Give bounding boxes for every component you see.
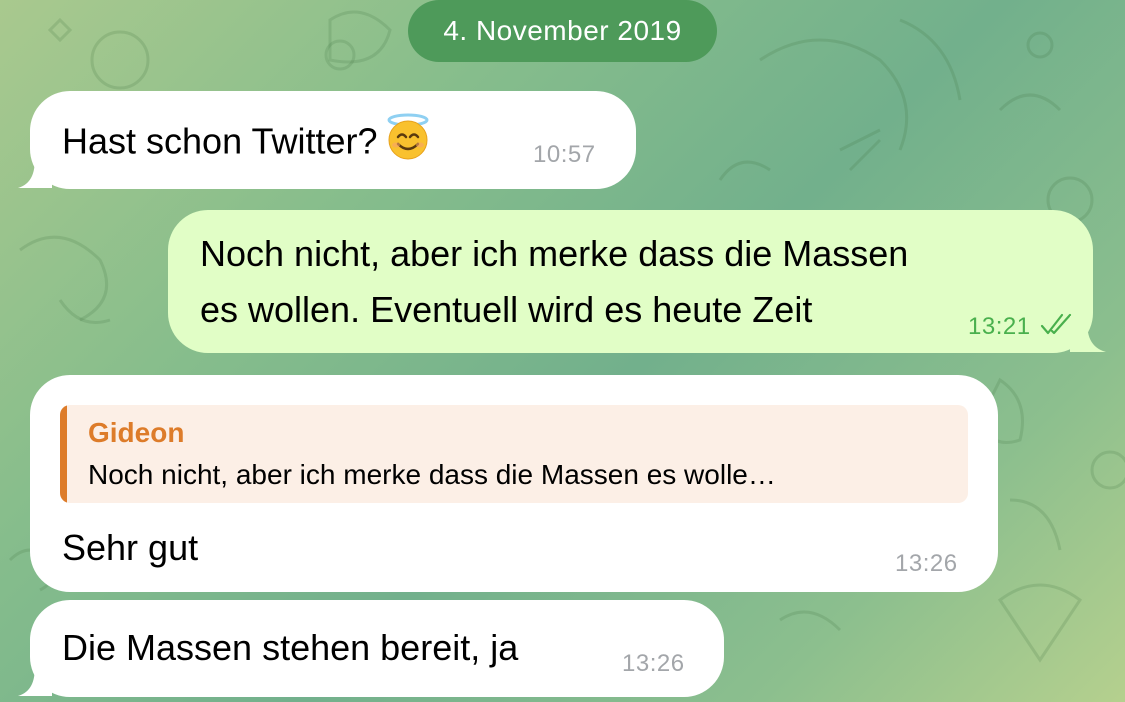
smiling-face-with-halo-icon [383, 111, 433, 177]
message-bubble-incoming[interactable]: Die Massen stehen bereit, ja 13:26 [30, 600, 724, 697]
message-text-line-1: Noch nicht, aber ich merke dass die Mass… [200, 233, 909, 274]
message-bubble-incoming[interactable]: Hast schon Twitter? 10:57 [30, 91, 636, 189]
reply-quoted-text: Noch nicht, aber ich merke dass die Mass… [88, 459, 776, 490]
message-time: 13:26 [895, 550, 958, 577]
date-separator: 4. November 2019 [408, 0, 717, 62]
message-bubble-incoming-reply[interactable]: Gideon Noch nicht, aber ich merke dass d… [30, 375, 998, 592]
reply-accent-bar [60, 405, 67, 503]
message-text-line-2: es wollen. Eventuell wird es heute Zeit [200, 289, 813, 330]
reply-quote[interactable]: Gideon Noch nicht, aber ich merke dass d… [60, 405, 968, 503]
bubble-tail-incoming [18, 660, 52, 696]
message-time: 10:57 [533, 141, 596, 168]
message-bubble-outgoing[interactable]: Noch nicht, aber ich merke dass die Mass… [168, 210, 1093, 353]
message-text: Hast schon Twitter? [62, 111, 433, 177]
bubble-tail-outgoing [1070, 316, 1106, 352]
message-text: Die Massen stehen bereit, ja [62, 627, 519, 668]
reply-sender-name: Gideon [88, 417, 185, 448]
message-text: Sehr gut [62, 527, 199, 568]
message-time: 13:26 [622, 650, 685, 677]
double-check-read-icon [1040, 312, 1074, 341]
bubble-tail-incoming [18, 152, 52, 188]
message-time: 13:21 [968, 313, 1031, 340]
